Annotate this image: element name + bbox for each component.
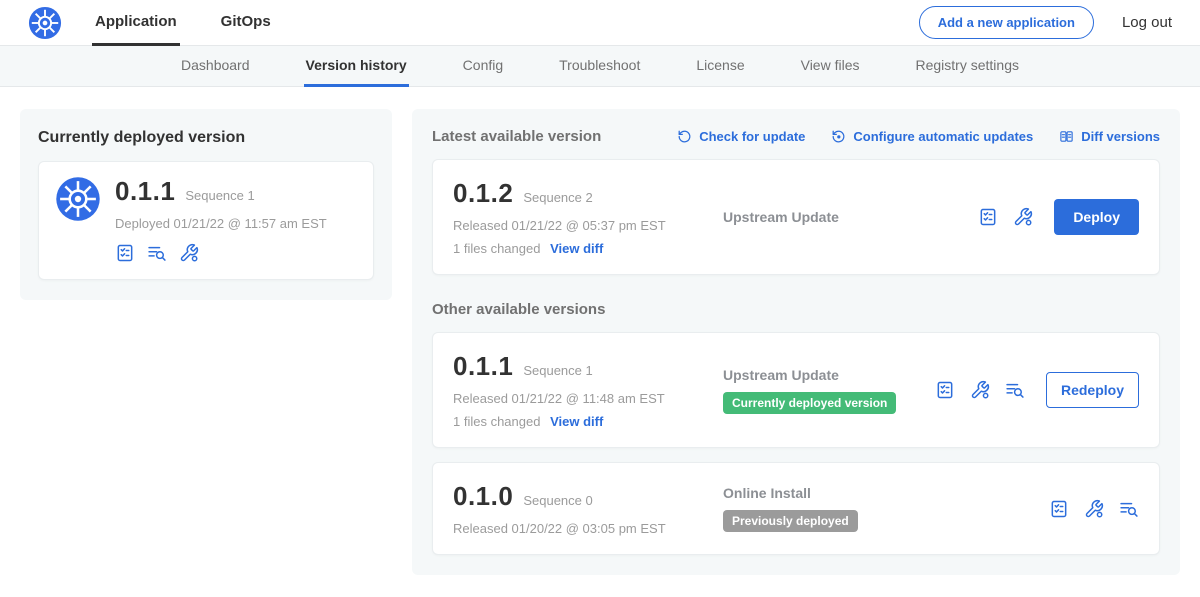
version-source-column: Upstream Update: [705, 209, 966, 225]
version-actions: Deploy: [966, 199, 1139, 235]
deployed-version-number: 0.1.1: [115, 176, 175, 207]
diff-versions-icon: [1059, 129, 1074, 144]
subnav-item-version-history[interactable]: Version history: [304, 46, 409, 87]
check-for-update-link[interactable]: Check for update: [677, 129, 805, 144]
check-for-update-label: Check for update: [699, 129, 805, 144]
logout-button[interactable]: Log out: [1122, 14, 1172, 31]
version-info: 0.1.2 Sequence 2 Released 01/21/22 @ 05:…: [453, 178, 705, 256]
subnav-item-config[interactable]: Config: [461, 46, 505, 87]
version-source-column: Upstream Update Currently deployed versi…: [705, 367, 923, 414]
files-changed-row: 1 files changed View diff: [453, 241, 705, 256]
check-update-icon: [677, 129, 692, 144]
topbar-right: Add a new application Log out: [919, 6, 1172, 39]
version-info: 0.1.0 Sequence 0 Released 01/20/22 @ 03:…: [453, 481, 705, 536]
release-notes-icon[interactable]: [115, 243, 135, 263]
release-notes-icon[interactable]: [1049, 499, 1069, 519]
available-panel-title: Latest available version: [432, 128, 601, 145]
deploy-button[interactable]: Deploy: [1054, 199, 1139, 235]
edit-config-icon[interactable]: [1084, 499, 1104, 519]
available-header-actions: Check for update Configure automatic upd…: [677, 129, 1160, 144]
version-actions: [1037, 499, 1139, 519]
sequence-label: Sequence 1: [523, 363, 592, 378]
available-panel-header: Latest available version Check for updat…: [432, 125, 1160, 145]
subnav-item-license[interactable]: License: [694, 46, 746, 87]
version-number: 0.1.0: [453, 481, 513, 512]
version-card-0-1-0: 0.1.0 Sequence 0 Released 01/20/22 @ 03:…: [432, 462, 1160, 555]
files-changed-label: 1 files changed: [453, 241, 540, 256]
edit-config-icon[interactable]: [970, 380, 990, 400]
released-date: Released 01/20/22 @ 03:05 pm EST: [453, 521, 705, 536]
main-tabs: Application GitOps: [92, 0, 312, 46]
configure-auto-updates-label: Configure automatic updates: [853, 129, 1033, 144]
subnav-item-dashboard[interactable]: Dashboard: [179, 46, 252, 87]
diff-versions-link[interactable]: Diff versions: [1059, 129, 1160, 144]
version-card-latest: 0.1.2 Sequence 2 Released 01/21/22 @ 05:…: [432, 159, 1160, 275]
view-files-icon[interactable]: [147, 243, 167, 263]
configure-auto-updates-link[interactable]: Configure automatic updates: [831, 129, 1033, 144]
app-logo-icon: [28, 6, 62, 40]
auto-updates-icon: [831, 129, 846, 144]
deployed-sequence-label: Sequence 1: [185, 188, 254, 203]
view-files-icon[interactable]: [1119, 499, 1139, 519]
files-changed-label: 1 files changed: [453, 414, 540, 429]
edit-config-icon[interactable]: [1013, 207, 1033, 227]
edit-config-icon[interactable]: [179, 243, 199, 263]
topbar: Application GitOps Add a new application…: [0, 0, 1200, 46]
version-source-column: Online Install Previously deployed: [705, 485, 1037, 532]
redeploy-button[interactable]: Redeploy: [1046, 372, 1139, 408]
currently-deployed-panel: Currently deployed version 0.1.1 Sequenc…: [20, 109, 392, 300]
deployed-panel-title: Currently deployed version: [38, 125, 374, 147]
diff-versions-label: Diff versions: [1081, 129, 1160, 144]
subnav-item-view-files[interactable]: View files: [799, 46, 862, 87]
available-versions-panel: Latest available version Check for updat…: [412, 109, 1180, 575]
sequence-label: Sequence 0: [523, 493, 592, 508]
other-versions-title: Other available versions: [432, 301, 1160, 318]
version-card-0-1-1: 0.1.1 Sequence 1 Released 01/21/22 @ 11:…: [432, 332, 1160, 448]
add-application-button[interactable]: Add a new application: [919, 6, 1094, 39]
tab-gitops[interactable]: GitOps: [218, 0, 274, 46]
deployed-actions: [115, 243, 327, 263]
tab-application[interactable]: Application: [92, 0, 180, 46]
deployed-version-body: 0.1.1 Sequence 1 Deployed 01/21/22 @ 11:…: [115, 176, 327, 263]
version-info: 0.1.1 Sequence 1 Released 01/21/22 @ 11:…: [453, 351, 705, 429]
released-date: Released 01/21/22 @ 11:48 am EST: [453, 391, 705, 406]
currently-deployed-badge: Currently deployed version: [723, 392, 896, 414]
view-files-icon[interactable]: [1005, 380, 1025, 400]
version-source: Online Install: [723, 485, 1037, 501]
subnav-item-registry-settings[interactable]: Registry settings: [914, 46, 1021, 87]
previously-deployed-badge: Previously deployed: [723, 510, 858, 532]
version-number: 0.1.2: [453, 178, 513, 209]
app-subnav: Dashboard Version history Config Trouble…: [0, 46, 1200, 87]
view-diff-link[interactable]: View diff: [550, 414, 603, 429]
version-source: Upstream Update: [723, 209, 966, 225]
files-changed-row: 1 files changed View diff: [453, 414, 705, 429]
version-number: 0.1.1: [453, 351, 513, 382]
release-notes-icon[interactable]: [978, 207, 998, 227]
release-notes-icon[interactable]: [935, 380, 955, 400]
version-actions: Redeploy: [923, 372, 1139, 408]
version-source: Upstream Update: [723, 367, 923, 383]
main-content: Currently deployed version 0.1.1 Sequenc…: [0, 87, 1200, 597]
subnav-item-troubleshoot[interactable]: Troubleshoot: [557, 46, 642, 87]
deployed-version-card: 0.1.1 Sequence 1 Deployed 01/21/22 @ 11:…: [38, 161, 374, 280]
app-icon: [55, 176, 101, 263]
deployed-date: Deployed 01/21/22 @ 11:57 am EST: [115, 216, 327, 231]
released-date: Released 01/21/22 @ 05:37 pm EST: [453, 218, 705, 233]
view-diff-link[interactable]: View diff: [550, 241, 603, 256]
sequence-label: Sequence 2: [523, 190, 592, 205]
